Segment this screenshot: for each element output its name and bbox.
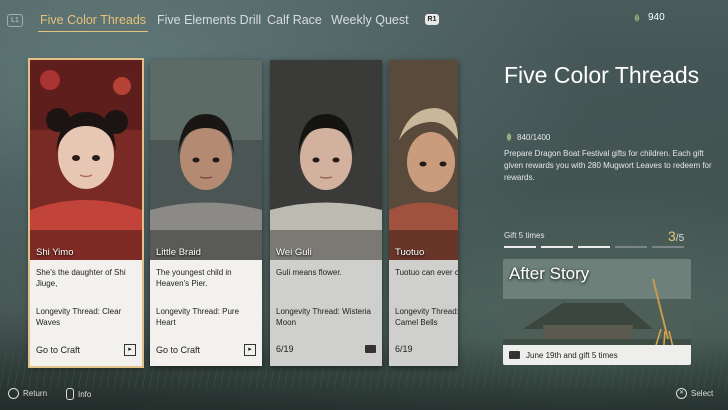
card-info: Guli means flower. Longevity Thread: Wis… [270,260,382,366]
arrow-right-icon: ▸ [244,344,256,356]
character-portrait [30,60,142,260]
character-card-shi-yimo[interactable]: Shi Yimo She's the daughter of Shi Jiuge… [28,58,144,368]
active-tab-underline [38,31,148,32]
after-story-condition: June 19th and gift 5 times [503,345,691,365]
event-description: Prepare Dragon Boat Festival gifts for c… [504,149,712,182]
character-card-wei-guli[interactable]: Wei Guli Guli means flower. Longevity Th… [270,60,382,366]
longevity-thread: Longevity Thread: Wisteria Moon [276,307,372,327]
leaf-progress-value: 840/1400 [517,132,551,142]
cross-button-icon: ✕ [676,388,687,399]
character-portrait [270,60,382,260]
character-description: Tuotuo can ever camels. [395,268,458,277]
character-description: She's the daughter of Shi Jiuge, [36,268,126,288]
info-hint[interactable]: Info [66,388,91,400]
character-description: Guli means flower. [276,268,342,277]
mugwort-leaf-icon [506,133,512,141]
longevity-thread: Longevity Thread: Camel Bells [395,307,458,327]
longevity-thread: Longevity Thread: Clear Waves [36,307,122,327]
card-info: She's the daughter of Shi Jiuge, Longevi… [30,260,142,366]
go-to-craft-button[interactable]: Go to Craft [156,345,200,355]
info-label: Info [78,389,92,399]
gift-progress: 6/19 [276,344,294,354]
character-name: Little Braid [156,247,201,258]
top-bar: L1 Five Color Threads Five Elements Dril… [0,0,728,40]
card-action: 6/19 [276,344,376,354]
gift-current: 3 [668,228,676,244]
character-card-little-braid[interactable]: Little Braid The youngest child in Heave… [150,60,262,366]
leaf-progress: 840/1400 [504,132,550,142]
arrow-right-icon: ▸ [124,344,136,356]
select-label: Select [691,389,714,398]
circle-button-icon [8,388,19,399]
gift-progress-segment [504,246,536,248]
gift-progress: 6/19 [395,344,413,354]
gift-progress-segment [541,246,573,248]
mugwort-leaf-icon [634,13,640,22]
card-action[interactable]: Go to Craft ▸ [156,344,256,356]
gift-progress-segment [615,246,647,248]
tab-weekly-quest[interactable]: Weekly Quest [331,13,409,27]
return-label: Return [23,389,48,398]
character-name: Tuotuo [395,247,425,258]
gift-icon [365,345,376,353]
gift-progress-segment [578,246,610,248]
character-portrait [150,60,262,260]
gift-icon [509,351,520,359]
go-to-craft-button[interactable]: Go to Craft [36,345,80,355]
currency-display: 940 [632,12,665,23]
longevity-thread: Longevity Thread: Pure Heart [156,307,240,327]
character-portrait [389,60,458,260]
tab-five-color-threads[interactable]: Five Color Threads [40,13,146,27]
gift-total: /5 [675,233,685,244]
gift-count: 3/5 [668,228,684,244]
return-hint[interactable]: Return [8,388,47,399]
touchpad-button-icon [66,388,74,400]
l1-button-icon[interactable]: L1 [7,14,23,27]
tab-five-elements-drill[interactable]: Five Elements Drill [157,13,261,27]
card-action: 6/19 [395,344,452,354]
card-action[interactable]: Go to Craft ▸ [36,344,136,356]
gift-progress-segment [652,246,684,248]
after-story-title: After Story [509,264,590,283]
currency-value: 940 [648,12,665,23]
tab-calf-race[interactable]: Calf Race [267,13,322,27]
r1-button-icon[interactable]: R1 [425,14,439,25]
card-info: The youngest child in Heaven's Pier. Lon… [150,260,262,366]
character-name: Shi Yimo [36,247,74,258]
character-description: The youngest child in Heaven's Pier. [156,268,232,288]
after-story-card[interactable]: After Story June 19th and gift 5 times [503,259,691,365]
after-story-note: June 19th and gift 5 times [526,350,618,360]
card-info: Tuotuo can ever camels. Longevity Thread… [389,260,458,366]
character-card-tuotuo[interactable]: Tuotuo Tuotuo can ever camels. Longevity… [389,60,458,366]
select-hint[interactable]: ✕ Select [676,388,713,399]
page-title: Five Color Threads [504,62,700,88]
character-name: Wei Guli [276,247,312,258]
gift-label: Gift 5 times [504,231,545,240]
